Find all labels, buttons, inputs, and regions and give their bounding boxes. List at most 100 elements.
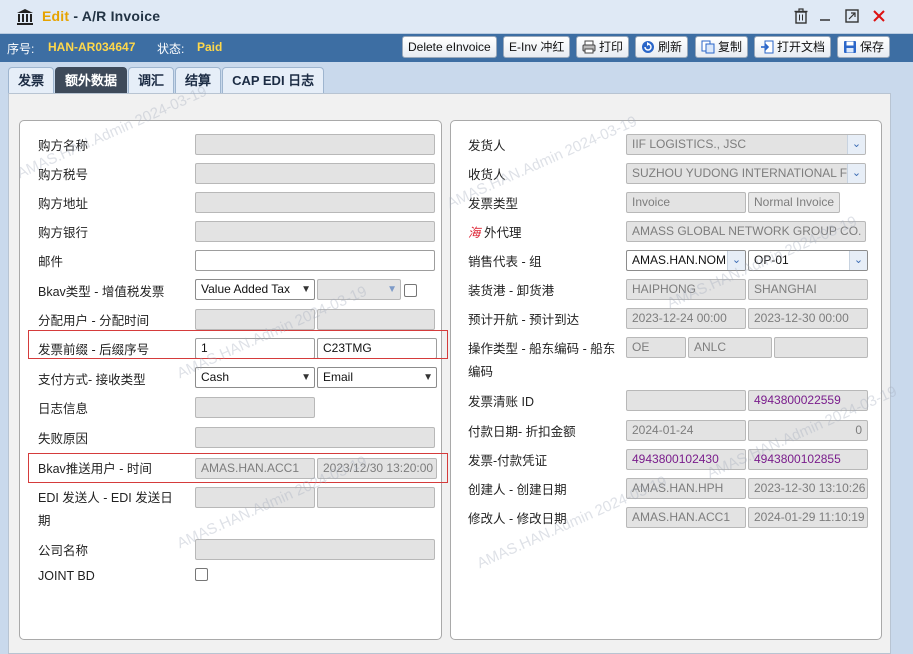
- sales-rep-select[interactable]: AMAS.HAN.NOM ⌄: [626, 250, 746, 271]
- tab-cap-edi-log[interactable]: CAP EDI 日志: [222, 67, 325, 93]
- etd-eta-label: 预计开航 - 预计到达: [468, 313, 580, 327]
- carrier-code-field[interactable]: ANLC: [688, 337, 772, 358]
- pol-field[interactable]: HAIPHONG: [626, 279, 746, 300]
- carrier-name-field[interactable]: [774, 337, 868, 358]
- assign-time-field[interactable]: [317, 309, 435, 330]
- fail-reason-field[interactable]: [195, 427, 435, 448]
- voucher-number-field[interactable]: 4943800102855: [748, 449, 868, 470]
- invoice-type-field[interactable]: Invoice: [626, 192, 746, 213]
- buyer-name-label: 购方名称: [38, 139, 89, 153]
- payment-label: 支付方式- 接收类型: [38, 373, 146, 387]
- sales-rep-label: 销售代表 - 组: [468, 255, 542, 269]
- edi-sender-label-cont: 期: [38, 514, 51, 528]
- overseas-agent-label: 海 外代理: [468, 226, 522, 240]
- delete-einvoice-button[interactable]: Delete eInvoice: [402, 36, 497, 58]
- receive-type-select[interactable]: Email ▼: [317, 367, 437, 388]
- vat-checkbox[interactable]: [404, 284, 417, 297]
- overseas-agent-field[interactable]: AMASS GLOBAL NETWORK GROUP CO.: [626, 221, 866, 242]
- joint-bd-checkbox[interactable]: [195, 568, 208, 581]
- invoice-number-field[interactable]: 4943800102430: [626, 449, 746, 470]
- chevron-down-icon: ⌄: [849, 251, 867, 270]
- consignee-select[interactable]: SUZHOU YUDONG INTERNATIONAL F ⌄: [626, 163, 866, 184]
- maximize-icon[interactable]: [843, 8, 861, 26]
- title-bar: Edit - A/R Invoice: [0, 0, 913, 34]
- copy-icon: [701, 40, 715, 54]
- copy-button[interactable]: 复制: [695, 36, 749, 58]
- sales-group-select[interactable]: OP-01 ⌄: [748, 250, 868, 271]
- joint-bd-label: JOINT BD: [38, 569, 95, 583]
- bkav-type-label: Bkav类型 - 增值税发票: [38, 285, 165, 299]
- refresh-icon: [642, 41, 654, 53]
- buyer-tax-label: 购方税号: [38, 168, 89, 182]
- shipper-select[interactable]: IIF LOGISTICS., JSC ⌄: [626, 134, 866, 155]
- tab-exchange-adjust[interactable]: 调汇: [128, 67, 175, 93]
- content-area: 购方名称 购方税号 购方地址 购方银行 邮件 Bkav类型 - 增值税发票 Va…: [8, 83, 899, 654]
- printer-icon: [582, 40, 596, 54]
- tab-invoice[interactable]: 发票: [8, 67, 55, 93]
- chevron-down-icon: ⌄: [727, 251, 745, 270]
- modified-date-field[interactable]: 2024-01-29 11:10:19: [748, 507, 868, 528]
- assign-user-field[interactable]: [195, 309, 315, 330]
- minimize-icon[interactable]: [816, 8, 834, 26]
- right-panel: 发货人 IIF LOGISTICS., JSC ⌄ 收货人 SUZHOU YUDO…: [450, 120, 882, 640]
- eta-field[interactable]: 2023-12-30 00:00: [748, 308, 868, 329]
- info-bar: 序号: HAN-AR034647 状态: Paid Delete eInvoic…: [0, 34, 913, 62]
- settle-id-field-left[interactable]: [626, 390, 746, 411]
- seq-label: 序号:: [7, 42, 35, 56]
- edi-sender-field[interactable]: [195, 487, 315, 508]
- op-type-label: 操作类型 - 船东编码 - 船东: [468, 342, 616, 356]
- creator-field[interactable]: AMAS.HAN.HPH: [626, 478, 746, 499]
- save-button[interactable]: 保存: [837, 36, 891, 58]
- buyer-name-field[interactable]: [195, 134, 435, 155]
- print-button[interactable]: 打印: [576, 36, 630, 58]
- invoice-subtype-field[interactable]: Normal Invoice: [748, 192, 840, 213]
- status-label: 状态:: [157, 42, 185, 56]
- discount-field[interactable]: 0: [748, 420, 868, 441]
- open-document-icon: [761, 40, 774, 54]
- log-label: 日志信息: [38, 402, 89, 416]
- sea-icon: 海: [468, 226, 481, 240]
- tab-extra-data[interactable]: 额外数据: [55, 67, 128, 93]
- trash-icon[interactable]: [792, 8, 810, 26]
- payment-method-select[interactable]: Cash ▼: [195, 367, 315, 388]
- tab-settlement[interactable]: 结算: [175, 67, 222, 93]
- buyer-address-field[interactable]: [195, 192, 435, 213]
- pay-date-label: 付款日期- 折扣金额: [468, 425, 576, 439]
- settle-id-field[interactable]: 4943800022559: [748, 390, 868, 411]
- chevron-down-icon: ⌄: [847, 164, 865, 183]
- log-field[interactable]: [195, 397, 315, 418]
- open-document-button[interactable]: 打开文档: [754, 36, 832, 58]
- close-icon[interactable]: [870, 8, 888, 26]
- buyer-address-label: 购方地址: [38, 197, 89, 211]
- creator-label: 创建人 - 创建日期: [468, 483, 567, 497]
- refresh-button[interactable]: 刷新: [635, 36, 689, 58]
- invoice-voucher-label: 发票-付款凭证: [468, 454, 548, 468]
- edi-send-date-field[interactable]: [317, 487, 435, 508]
- bkav-type-select[interactable]: Value Added Tax ▼: [195, 279, 315, 300]
- company-name-field[interactable]: [195, 539, 435, 560]
- modifier-field[interactable]: AMAS.HAN.ACC1: [626, 507, 746, 528]
- highlight-box: [28, 330, 448, 359]
- modifier-label: 修改人 - 修改日期: [468, 512, 567, 526]
- chevron-down-icon: ▼: [301, 284, 311, 295]
- buyer-bank-field[interactable]: [195, 221, 435, 242]
- buyer-bank-label: 购方银行: [38, 226, 89, 240]
- seq-value: HAN-AR034647: [48, 40, 136, 54]
- floppy-disk-icon: [844, 41, 856, 53]
- einv-offset-button[interactable]: E-Inv 冲红: [503, 36, 571, 58]
- pod-field[interactable]: SHANGHAI: [748, 279, 868, 300]
- window-title: Edit - A/R Invoice: [42, 8, 161, 24]
- buyer-tax-field[interactable]: [195, 163, 435, 184]
- vat-invoice-select[interactable]: ▼: [317, 279, 401, 300]
- pay-date-field[interactable]: 2024-01-24: [626, 420, 746, 441]
- email-field[interactable]: [195, 250, 435, 271]
- op-type-field[interactable]: OE: [626, 337, 686, 358]
- edi-sender-label: EDI 发送人 - EDI 发送日: [38, 491, 173, 505]
- created-date-field[interactable]: 2023-12-30 13:10:26: [748, 478, 868, 499]
- etd-field[interactable]: 2023-12-24 00:00: [626, 308, 746, 329]
- ports-label: 装货港 - 卸货港: [468, 284, 555, 298]
- highlight-box: [28, 453, 448, 483]
- email-label: 邮件: [38, 255, 64, 269]
- chevron-down-icon: ▼: [387, 284, 397, 295]
- consignee-label: 收货人: [468, 168, 506, 182]
